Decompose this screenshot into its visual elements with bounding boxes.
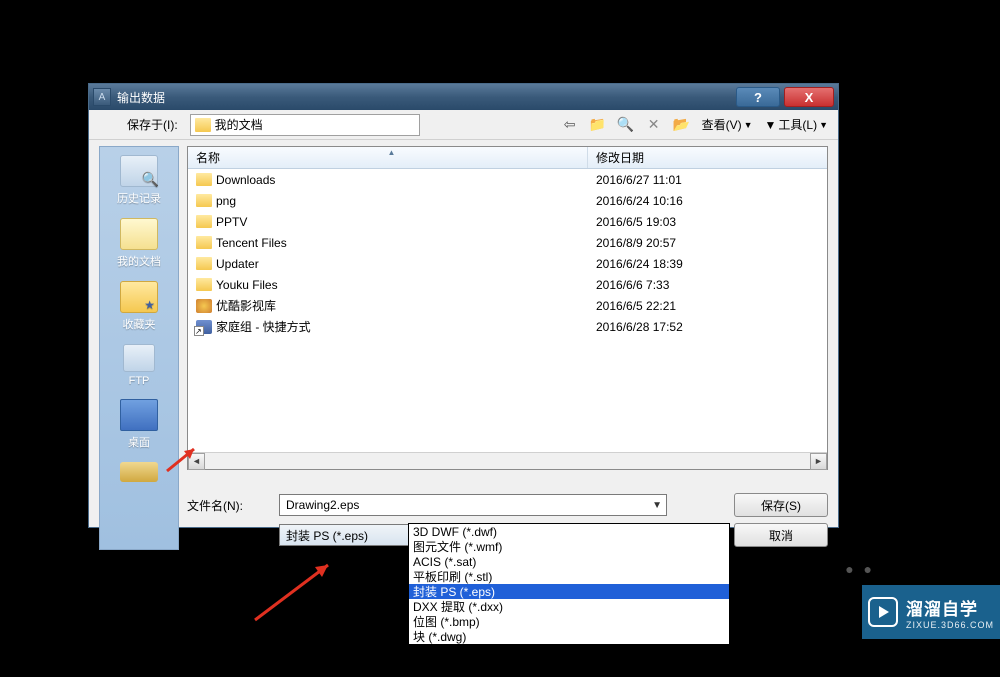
- history-icon: [120, 155, 158, 187]
- file-name: Youku Files: [216, 278, 278, 292]
- places-bar: 历史记录 我的文档 收藏夹 FTP 桌面: [99, 146, 179, 550]
- file-row[interactable]: 优酷影视库 2016/6/5 22:21: [188, 295, 827, 316]
- ftp-icon: [123, 344, 155, 372]
- file-name: Tencent Files: [216, 236, 287, 250]
- place-favorites[interactable]: 收藏夹: [104, 277, 174, 340]
- dropdown-item[interactable]: 图元文件 (*.wmf): [409, 539, 729, 554]
- file-date: 2016/8/9 20:57: [588, 236, 827, 250]
- horizontal-scrollbar[interactable]: ◄ ►: [188, 452, 827, 469]
- file-name: PPTV: [216, 215, 247, 229]
- place-ftp[interactable]: FTP: [104, 340, 174, 395]
- documents-icon: [120, 218, 158, 250]
- right-pane: 名称 ▲ 修改日期 Downloads 2016/6/27 11:01 png 201…: [183, 140, 838, 556]
- close-button[interactable]: X: [784, 87, 834, 107]
- chevron-down-icon[interactable]: ▼: [652, 500, 662, 511]
- dropdown-item[interactable]: 3D DWF (*.dwf): [409, 524, 729, 539]
- shortcut-icon: [196, 320, 212, 334]
- location-text: 我的文档: [215, 116, 263, 133]
- folder-icon: [196, 173, 212, 186]
- cancel-button[interactable]: 取消: [734, 523, 828, 547]
- file-row[interactable]: Updater 2016/6/24 18:39: [188, 253, 827, 274]
- file-name: png: [216, 194, 236, 208]
- dialog-title: 输出数据: [117, 89, 165, 106]
- file-date: 2016/6/5 19:03: [588, 215, 827, 229]
- folder-icon: [196, 257, 212, 270]
- filename-label: 文件名(N):: [187, 497, 269, 514]
- file-list: 名称 ▲ 修改日期 Downloads 2016/6/27 11:01 png 201…: [187, 146, 828, 470]
- watermark-sub: ZIXUE.3D66.COM: [906, 620, 994, 630]
- dropdown-item[interactable]: 平板印刷 (*.stl): [409, 569, 729, 584]
- folder-icon: [196, 194, 212, 207]
- ellipsis-icon: ● ●: [845, 561, 875, 577]
- column-date[interactable]: 修改日期: [588, 149, 827, 166]
- file-row[interactable]: Downloads 2016/6/27 11:01: [188, 169, 827, 190]
- view-menu[interactable]: 查看(V) ▼: [702, 116, 753, 133]
- back-icon[interactable]: ⇦: [562, 117, 578, 133]
- dropdown-item[interactable]: 块 (*.dwg): [409, 629, 729, 644]
- file-row[interactable]: Tencent Files 2016/8/9 20:57: [188, 232, 827, 253]
- tools-menu[interactable]: ▼ 工具(L) ▼: [765, 116, 828, 133]
- column-headers: 名称 ▲ 修改日期: [188, 147, 827, 169]
- scroll-left-icon[interactable]: ◄: [188, 453, 205, 470]
- column-name[interactable]: 名称 ▲: [188, 147, 588, 168]
- file-date: 2016/6/27 11:01: [588, 173, 827, 187]
- save-dialog: A 输出数据 ? X 保存于(I): 我的文档 ⇦ 📁 🔍 ✕ 📂 查看(V) …: [88, 83, 839, 528]
- watermark-title: 溜溜自学: [906, 595, 994, 620]
- sort-indicator-icon: ▲: [388, 148, 396, 157]
- folder-icon: [196, 215, 212, 228]
- titlebar: A 输出数据 ? X: [89, 84, 838, 110]
- save-in-label: 保存于(I):: [127, 116, 178, 133]
- file-date: 2016/6/24 10:16: [588, 194, 827, 208]
- computer-icon: [120, 462, 158, 482]
- toolbar: 保存于(I): 我的文档 ⇦ 📁 🔍 ✕ 📂 查看(V) ▼ ▼ 工具(L) ▼: [89, 110, 838, 140]
- file-row[interactable]: png 2016/6/24 10:16: [188, 190, 827, 211]
- place-history[interactable]: 历史记录: [104, 151, 174, 214]
- folder-icon: [196, 236, 212, 249]
- location-combo[interactable]: 我的文档: [190, 114, 420, 136]
- file-name: Updater: [216, 257, 259, 271]
- place-desktop[interactable]: 桌面: [104, 395, 174, 458]
- folder-icon: [195, 118, 211, 132]
- file-date: 2016/6/28 17:52: [588, 320, 827, 334]
- file-row[interactable]: 家庭组 - 快捷方式 2016/6/28 17:52: [188, 316, 827, 337]
- help-button[interactable]: ?: [736, 87, 780, 107]
- delete-icon[interactable]: ✕: [646, 117, 662, 133]
- app-icon: [196, 299, 212, 313]
- play-icon: [868, 597, 898, 627]
- filetype-label: 文件类型(T):: [187, 527, 269, 544]
- file-date: 2016/6/6 7:33: [588, 278, 827, 292]
- newfolder-icon[interactable]: 📂: [674, 117, 690, 133]
- app-icon: A: [93, 88, 111, 106]
- scroll-right-icon[interactable]: ►: [810, 453, 827, 470]
- dropdown-item[interactable]: 位图 (*.bmp): [409, 614, 729, 629]
- annotation-arrow-icon: [250, 555, 340, 625]
- place-computer[interactable]: [104, 458, 174, 485]
- file-name: Downloads: [216, 173, 275, 187]
- dropdown-item[interactable]: 封装 PS (*.eps): [409, 584, 729, 599]
- filetype-dropdown[interactable]: 3D DWF (*.dwf)图元文件 (*.wmf)ACIS (*.sat)平板…: [408, 523, 730, 645]
- file-name: 优酷影视库: [216, 297, 276, 314]
- file-row[interactable]: Youku Files 2016/6/6 7:33: [188, 274, 827, 295]
- search-icon[interactable]: 🔍: [618, 117, 634, 133]
- file-date: 2016/6/5 22:21: [588, 299, 827, 313]
- up-icon[interactable]: 📁: [590, 117, 606, 133]
- place-documents[interactable]: 我的文档: [104, 214, 174, 277]
- folder-icon: [196, 278, 212, 291]
- dropdown-item[interactable]: DXX 提取 (*.dxx): [409, 599, 729, 614]
- desktop-icon: [120, 399, 158, 431]
- file-row[interactable]: PPTV 2016/6/5 19:03: [188, 211, 827, 232]
- watermark: 溜溜自学 ZIXUE.3D66.COM: [862, 585, 1000, 639]
- file-rows: Downloads 2016/6/27 11:01 png 2016/6/24 10:…: [188, 169, 827, 452]
- save-button[interactable]: 保存(S): [734, 493, 828, 517]
- filename-input[interactable]: Drawing2.eps ▼: [279, 494, 667, 516]
- file-name: 家庭组 - 快捷方式: [216, 318, 311, 335]
- dropdown-item[interactable]: ACIS (*.sat): [409, 554, 729, 569]
- favorites-icon: [120, 281, 158, 313]
- file-date: 2016/6/24 18:39: [588, 257, 827, 271]
